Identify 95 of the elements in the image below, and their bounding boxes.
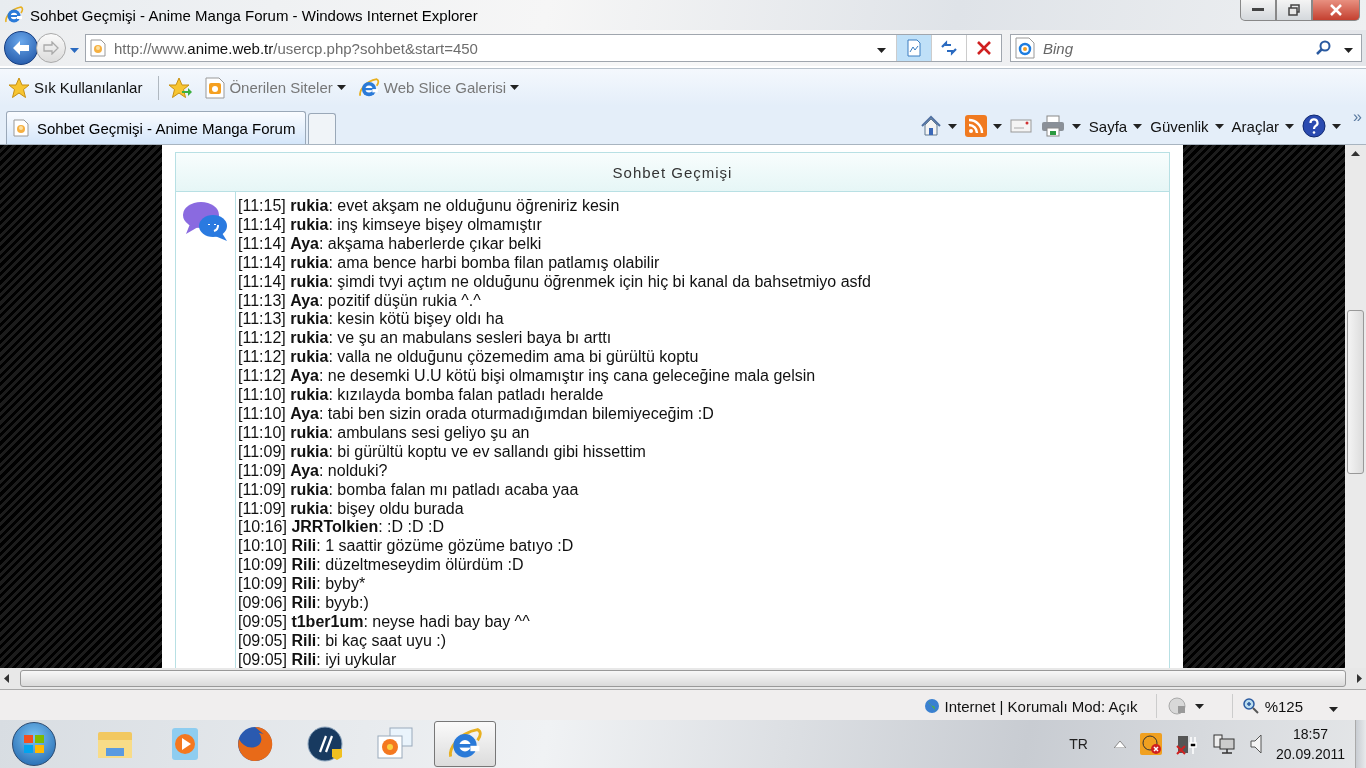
caret-icon[interactable] [1194,703,1204,709]
arrow-left-icon [12,40,30,56]
chat-message: [11:14] rukia: ama bence harbi bomba filan patlamış olabilir [238,253,661,273]
chat-message: [10:09] Rili: byby* [238,575,367,595]
search-input[interactable]: Bing [1041,38,1316,58]
close-icon [1329,4,1343,16]
more-commands-chevron[interactable]: » [1353,108,1362,126]
chat-message: [11:10] Aya: tabi ben sizin orada oturmadığımdan bilemiyeceğim :D [238,404,715,424]
broken-page-icon [906,39,922,57]
show-hidden-icons-icon[interactable] [1113,740,1126,748]
chat-message: [11:15] rukia: evet akşam ne olduğunu öğreniriz kesin [238,197,621,216]
panel-title: Sohbet Geçmişi [612,163,733,181]
chat-message: [11:10] rukia: kızılayda bomba falan patladı heralde [238,386,605,405]
refresh-icon [940,40,958,56]
caret-icon[interactable] [1133,123,1143,129]
chat-message: [10:16] JRRTolkien: :D :D :D [238,518,445,538]
chat-message: [11:12] rukia: valla ne olduğunu çözemedim ama bi gürültü koptu [238,348,700,368]
chat-message: [11:14] rukia: şimdi tvyi açtım ne olduğunu öğrenmek için hiç bi kanal da bahsetmiyo asfd [238,272,871,292]
chat-message: [11:09] Aya: nolduki? [238,461,389,481]
language-indicator[interactable]: TR [1069,736,1088,752]
chat-message: [09:05] Rili: iyi uykular [238,650,398,668]
chat-message: [11:13] rukia: kesin kötü bişey oldı ha [238,310,505,330]
photo-gallery-icon[interactable] [376,726,414,762]
chat-message: [11:14] rukia: inş kimseye bişey olmamıştır [238,215,543,235]
restore-button[interactable] [1276,0,1312,21]
star-icon[interactable] [8,76,30,99]
search-field[interactable]: Bing [1010,34,1362,62]
bing-logo-icon [1015,37,1035,59]
caret-icon[interactable] [947,123,957,129]
security-zone-text[interactable]: Internet | Korumalı Mod: Açık [944,697,1138,715]
search-icon[interactable] [1316,40,1332,56]
restore-icon [1288,4,1300,16]
page-icon [13,119,29,137]
chat-message: [11:09] rukia: bişey oldu burada [238,499,465,519]
help-icon[interactable] [1302,114,1327,138]
home-icon[interactable] [919,115,942,137]
caret-icon[interactable] [510,85,520,90]
slice-link[interactable]: Web Slice Galerisi [383,79,507,96]
web-slice-icon[interactable] [357,76,380,99]
caret-icon[interactable] [877,48,886,53]
taskbar-button[interactable] [434,721,496,767]
arrow-right-icon [43,41,59,55]
caret-icon[interactable] [1329,706,1338,712]
caret-icon[interactable] [1285,123,1295,129]
chat-message: [09:05] t1ber1um: neyse hadi bay bay ^^ [238,612,531,632]
menu-button[interactable]: Güvenlik [1150,117,1209,135]
chat-message: [11:12] rukia: ve şu an mabulans sesleri baya bı arttı [238,329,613,349]
clock[interactable]: 18:57 20.09.2011 [1275,724,1345,764]
address-field[interactable]: http://www.anime.web.tr/usercp.php?sohbet&start=450 [85,34,1002,62]
caret-icon[interactable] [1214,123,1224,129]
caret-icon[interactable] [1344,48,1353,53]
add-favorite-icon[interactable] [169,76,194,99]
chat-message: [11:09] rukia: bi gürültü koptu ve ev sallandı gibi hissettim [238,442,647,462]
suggested-link[interactable]: Önerilen Siteler [229,79,333,96]
close-icon [976,40,992,56]
favorites-link[interactable]: Sık Kullanılanlar [34,79,143,96]
scroll-up-icon[interactable] [1351,151,1360,156]
chat-message: [09:05] Rili: bi kaç saat uyu :) [238,631,448,651]
chat-message: [11:12] Aya: ne desemki U.U kötü bişi olmamıştır inş cana geleceğine mala gelsin [238,367,817,387]
caret-icon[interactable] [1071,123,1081,129]
url-text: http://www.anime.web.tr/usercp.php?sohbet&start=450 [114,39,479,57]
back-button[interactable] [4,31,38,65]
vertical-scrollbar[interactable] [1345,145,1366,668]
chat-message: [11:14] Aya: akşama haberlerde çıkar belki [238,234,543,254]
network-globe-error-icon[interactable] [1139,733,1162,755]
horizontal-scrollbar[interactable] [0,668,1366,690]
chat-message: [10:09] Rili: düzeltmeseydim ölürdüm :D [238,556,525,576]
minimize-icon [1252,8,1264,12]
power-plug-icon[interactable] [1175,733,1198,755]
minimize-button[interactable] [1240,0,1276,21]
globe-icon [924,698,941,714]
windows-logo-icon [23,734,45,754]
start-button[interactable] [12,722,56,766]
browser-tab[interactable]: Sohbet Geçmişi - Anime Manga Forum [6,111,307,144]
zoom-level-text[interactable]: %125 [1264,697,1303,715]
caret-icon[interactable] [1332,123,1342,129]
chat-message: [11:09] rukia: bomba falan mı patladı acaba yaa [238,480,580,500]
window-title: Sohbet Geçmişi - Anime Manga Forum - Windows Internet Explorer [30,6,479,24]
printer-icon[interactable] [1039,115,1066,137]
chat-message: [09:06] Rili: byyb:) [238,594,370,613]
close-button[interactable] [1312,0,1360,21]
rss-feed-icon[interactable] [964,115,987,137]
chat-bubbles-icon [181,200,230,242]
caret-icon[interactable] [336,85,346,90]
chat-message: [10:10] Rili: 1 saattir gözüme gözüme batıyo :D [238,537,575,557]
network-icon[interactable] [1211,733,1236,755]
speaker-icon[interactable] [1249,733,1262,755]
page-icon [90,39,106,57]
chat-message: [11:13] Aya: pozitif düşün rukia ^.^ [238,291,482,311]
menu-button[interactable]: Sayfa [1088,117,1128,135]
menu-button[interactable]: Araçlar [1231,117,1280,135]
caret-icon[interactable] [992,123,1002,129]
zoom-icon [1242,698,1259,714]
chat-message: [11:10] rukia: ambulans sesi geliyo şu an [238,423,531,443]
ie-logo-icon[interactable] [4,5,24,25]
